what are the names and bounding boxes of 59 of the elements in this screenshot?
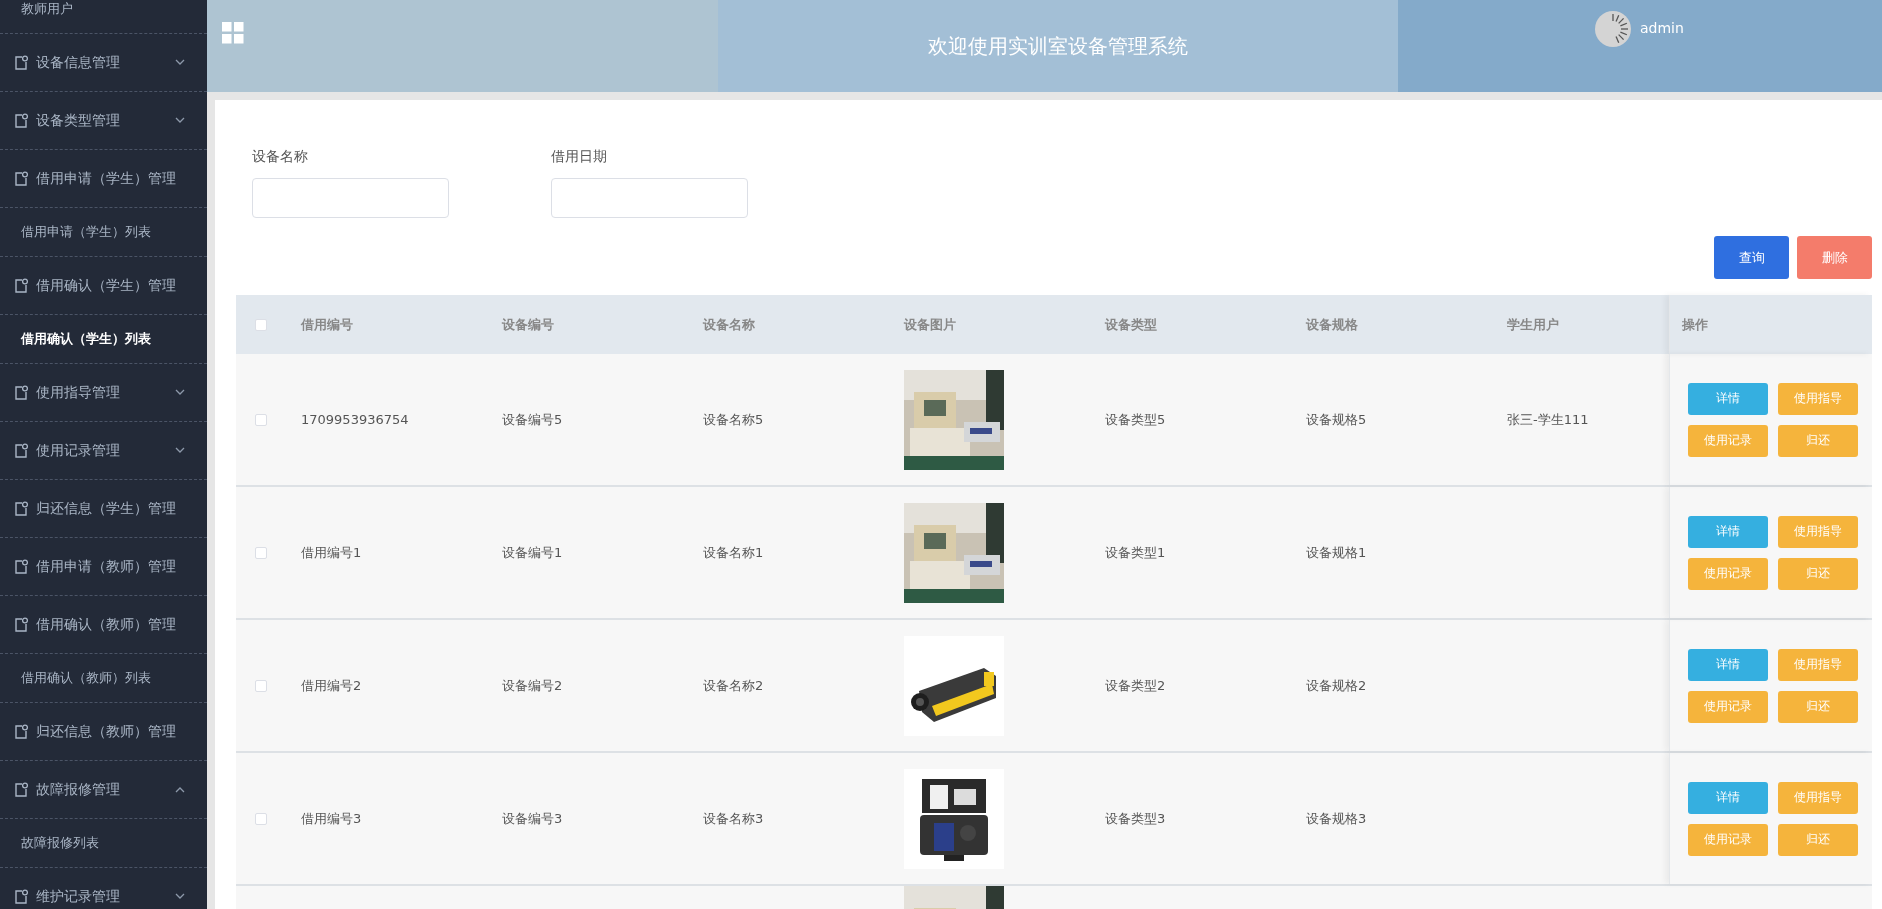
row-checkbox[interactable]: [255, 679, 267, 692]
row-checkbox[interactable]: [255, 413, 267, 426]
username: admin: [1640, 20, 1684, 36]
table-cell-text: 设备规格5: [1305, 410, 1368, 429]
row-checkbox[interactable]: [255, 546, 267, 559]
column-header: 设备名称: [702, 315, 756, 334]
document-icon: [14, 171, 28, 186]
page-title: 欢迎使用实训室设备管理系统: [928, 32, 1188, 60]
row-checkbox[interactable]: [255, 812, 267, 825]
document-icon: [14, 889, 28, 904]
document-icon: [14, 559, 28, 574]
avatar-icon[interactable]: [1594, 10, 1632, 48]
table-cell-text: 设备编号5: [501, 410, 564, 429]
input-field[interactable]: [252, 178, 449, 218]
action-button[interactable]: 详情: [1688, 648, 1768, 681]
document-icon: [14, 782, 28, 797]
table-cell-text: 借用编号3: [300, 809, 363, 828]
column-header: 设备图片: [903, 315, 957, 334]
table-cell-text: 设备编号1: [501, 543, 564, 562]
table-cell-text: 设备名称5: [702, 410, 765, 429]
column-header: 设备规格: [1305, 315, 1359, 334]
document-icon: [14, 501, 28, 516]
action-button[interactable]: 详情: [1688, 515, 1768, 548]
table-cell-text: 设备类型5: [1104, 410, 1167, 429]
document-icon: [14, 278, 28, 293]
table-cell-text: 设备规格2: [1305, 676, 1368, 695]
table-cell-text: 设备编号3: [501, 809, 564, 828]
field-label: 借用日期: [551, 148, 608, 166]
table-cell-text: 张三-学生111: [1506, 410, 1590, 429]
action-button[interactable]: 详情: [1688, 382, 1768, 415]
table-cell-text: 设备编号2: [501, 676, 564, 695]
input-field[interactable]: [551, 178, 748, 218]
action-button[interactable]: 详情: [1688, 781, 1768, 814]
column-header: 设备类型: [1104, 315, 1158, 334]
document-icon: [14, 443, 28, 458]
table-cell-text: 设备名称1: [702, 543, 765, 562]
table-cell-text: 设备规格1: [1305, 543, 1368, 562]
select-all-checkbox[interactable]: [255, 318, 267, 331]
table-cell-text: 设备规格3: [1305, 809, 1368, 828]
document-icon: [14, 385, 28, 400]
table-cell-text: 设备名称2: [702, 676, 765, 695]
table-cell-text: 设备类型3: [1104, 809, 1167, 828]
table-cell-text: 借用编号2: [300, 676, 363, 695]
search-button[interactable]: 查询: [1714, 236, 1789, 279]
document-icon: [14, 724, 28, 739]
document-icon: [14, 55, 28, 70]
field-label: 设备名称: [252, 148, 309, 166]
table-cell-text: 设备类型1: [1104, 543, 1167, 562]
delete-button[interactable]: 删除: [1797, 236, 1872, 279]
document-icon: [14, 617, 28, 632]
table-cell-text: 1709953936754: [300, 412, 410, 427]
table-cell-text: 借用编号1: [300, 543, 363, 562]
menu-icon[interactable]: [222, 22, 244, 44]
table-cell-text: 设备名称3: [702, 809, 765, 828]
column-header: 借用编号: [299, 315, 354, 334]
document-icon: [14, 113, 28, 128]
column-header: 学生用户: [1506, 315, 1560, 334]
table-cell-text: 设备类型2: [1104, 676, 1167, 695]
column-header: 设备编号: [501, 315, 555, 334]
